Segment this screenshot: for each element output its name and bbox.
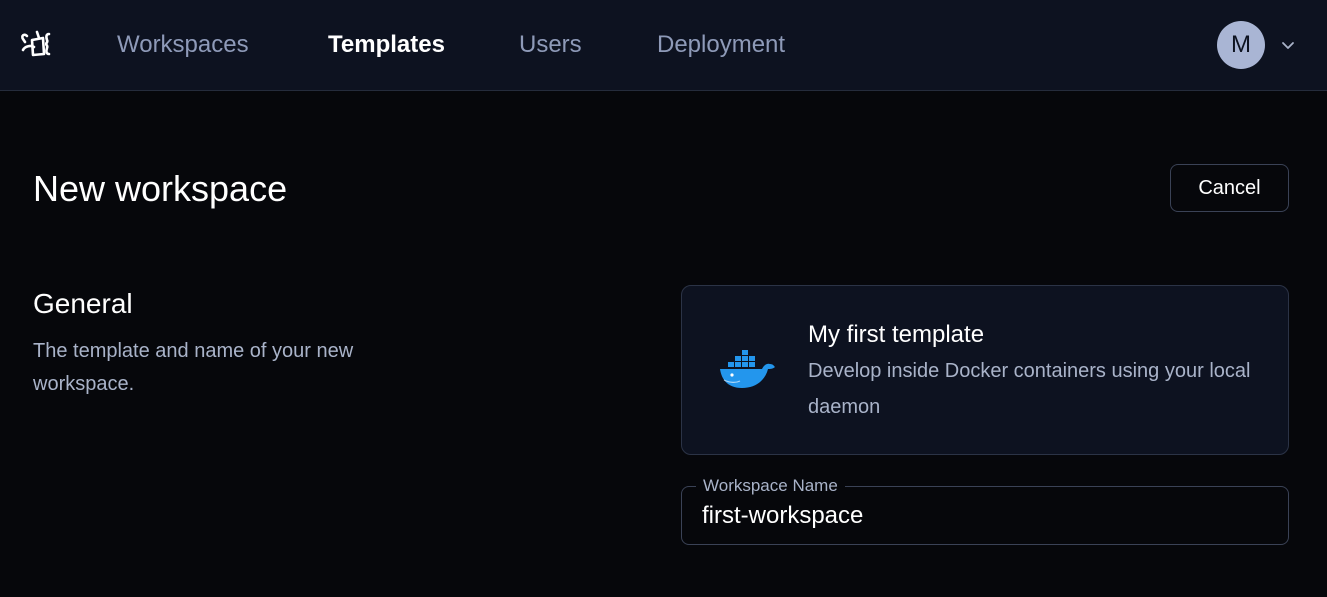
workspace-name-label: Workspace Name xyxy=(696,476,845,496)
template-card[interactable]: My first template Develop inside Docker … xyxy=(681,285,1289,455)
page-title: New workspace xyxy=(33,168,288,209)
cancel-button[interactable]: Cancel xyxy=(1170,164,1289,212)
template-name: My first template xyxy=(808,321,985,348)
chevron-down-icon[interactable] xyxy=(1280,37,1296,53)
template-description: Develop inside Docker containers using y… xyxy=(808,360,1251,418)
workspace-name-input[interactable] xyxy=(702,499,1272,533)
section-description: The template and name of your new worksp… xyxy=(33,340,354,395)
top-navigation-bar: Workspaces Templates Users Deployment M xyxy=(0,0,1327,91)
coder-logo-icon[interactable] xyxy=(19,28,59,60)
docker-icon xyxy=(720,350,775,388)
section-title-general: General xyxy=(33,288,133,319)
nav-item-workspaces[interactable]: Workspaces xyxy=(117,30,249,60)
nav-item-templates[interactable]: Templates xyxy=(328,30,445,60)
nav-item-deployment[interactable]: Deployment xyxy=(657,30,785,60)
workspace-name-field[interactable]: Workspace Name xyxy=(681,476,1289,545)
nav-item-users[interactable]: Users xyxy=(519,30,582,60)
user-avatar[interactable]: M xyxy=(1217,21,1265,69)
